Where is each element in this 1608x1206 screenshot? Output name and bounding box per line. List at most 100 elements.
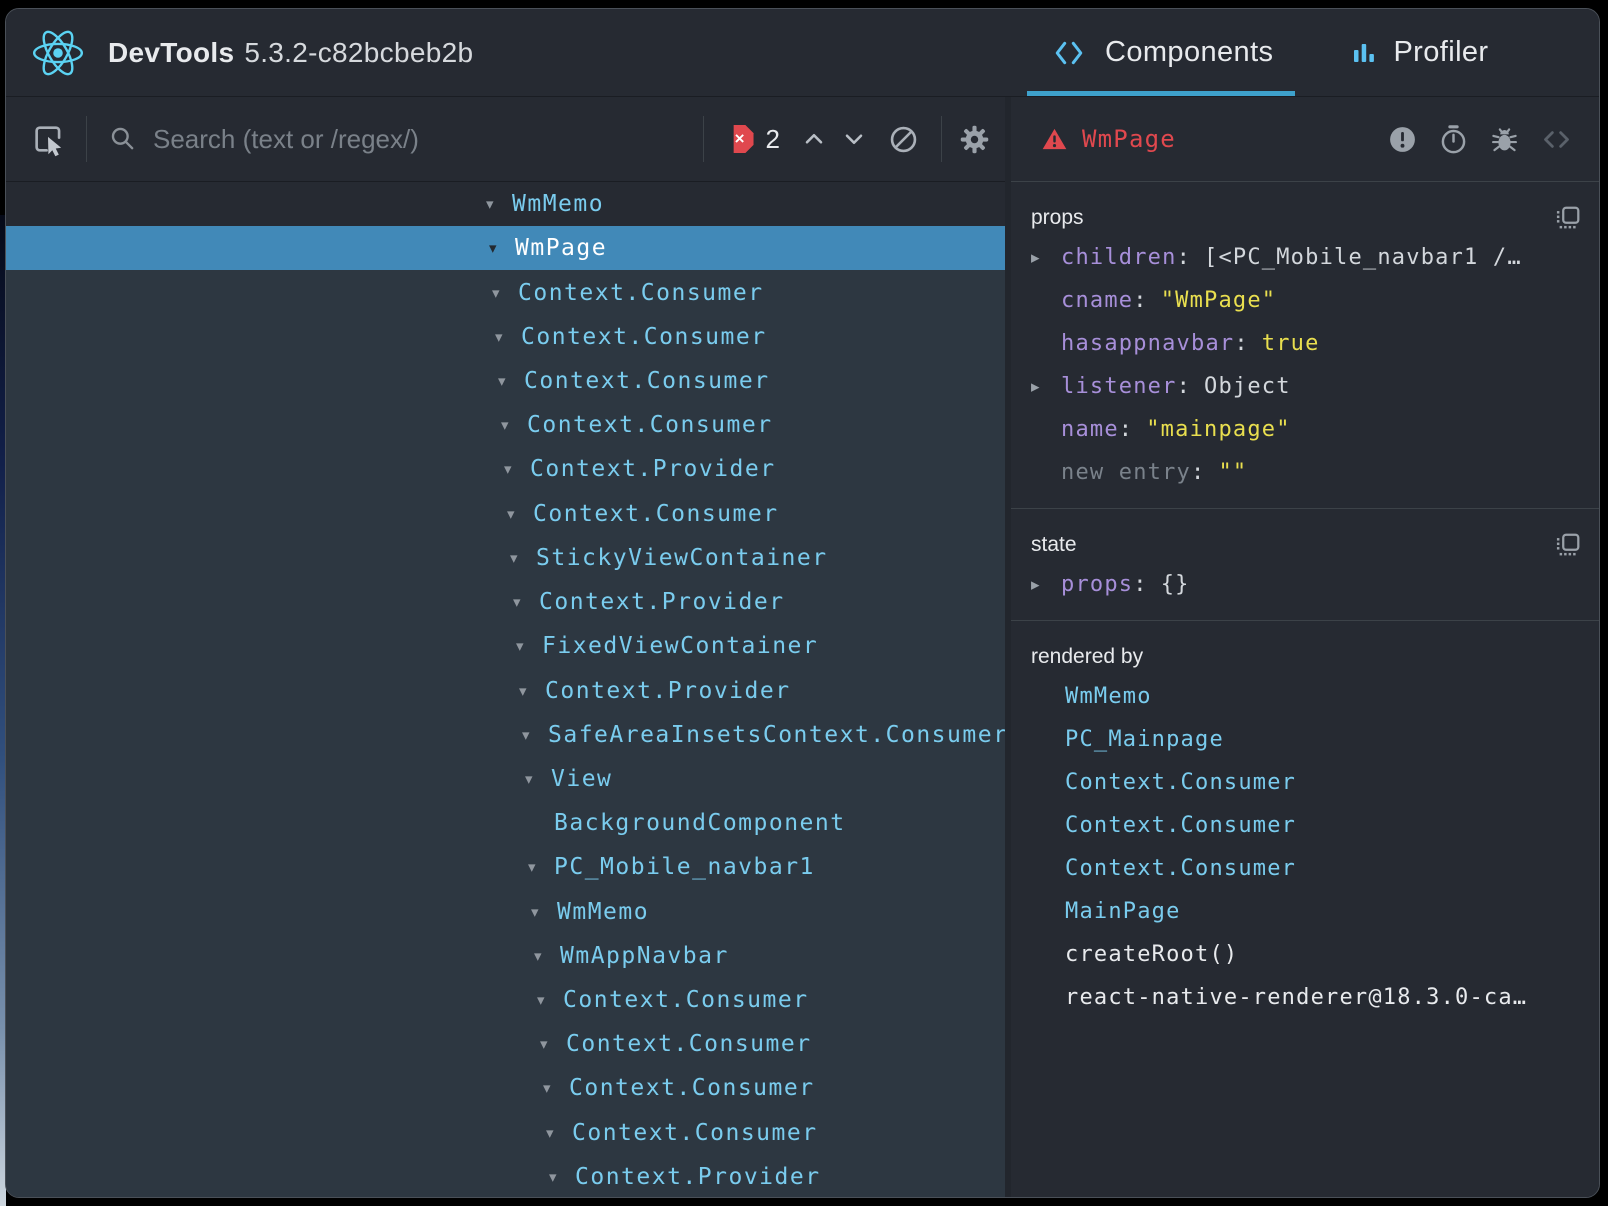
chevron-down-icon[interactable]: ▾ xyxy=(495,328,521,346)
tree-row[interactable]: ▾WmMemo xyxy=(6,890,1005,934)
tree-row[interactable]: ▾Context.Consumer xyxy=(6,1111,1005,1155)
chevron-down-icon[interactable]: ▾ xyxy=(528,858,554,876)
prop-value[interactable]: true xyxy=(1262,331,1320,356)
chevron-right-icon[interactable]: ▸ xyxy=(1031,248,1061,268)
toggle-error-state-button[interactable] xyxy=(1387,124,1418,155)
component-name: WmMemo xyxy=(557,899,649,925)
divider xyxy=(86,116,87,162)
tree-row[interactable]: ▾Context.Consumer xyxy=(6,978,1005,1022)
tree-row[interactable]: ▾Context.Consumer xyxy=(6,270,1005,314)
tree-row[interactable]: ▾Context.Consumer xyxy=(6,403,1005,447)
prop-row[interactable]: hasappnavbar:true xyxy=(1023,322,1581,365)
chevron-down-icon[interactable]: ▾ xyxy=(549,1168,575,1186)
chevron-down-icon[interactable]: ▾ xyxy=(537,991,563,1009)
rendered-by-item[interactable]: WmMemo xyxy=(1023,675,1581,718)
component-name: Context.Consumer xyxy=(527,412,773,438)
tab-label: Profiler xyxy=(1393,36,1488,69)
tree-row[interactable]: ▾SafeAreaInsetsContext.Consumer xyxy=(6,713,1005,757)
prop-row[interactable]: cname:"WmPage" xyxy=(1023,279,1581,322)
inspect-element-button[interactable] xyxy=(30,121,66,157)
copy-state-button[interactable] xyxy=(1554,532,1581,559)
tree-row[interactable]: ▾FixedViewContainer xyxy=(6,624,1005,668)
chevron-down-icon[interactable]: ▾ xyxy=(543,1079,569,1097)
log-component-data-button[interactable] xyxy=(1489,124,1520,155)
stopwatch-icon xyxy=(1438,124,1469,155)
tab-profiler[interactable]: Profiler xyxy=(1329,9,1510,96)
chevron-down-icon[interactable]: ▾ xyxy=(510,549,536,567)
component-name: WmPage xyxy=(515,235,607,261)
copy-props-button[interactable] xyxy=(1554,205,1581,232)
tree-row[interactable]: ▾PC_Mobile_navbar1 xyxy=(6,845,1005,889)
rendered-by-item[interactable]: Context.Consumer xyxy=(1023,847,1581,890)
chevron-down-icon[interactable]: ▾ xyxy=(492,284,518,302)
prop-key: new entry xyxy=(1061,460,1191,485)
tree-row[interactable]: ▾Context.Consumer xyxy=(6,1066,1005,1110)
settings-button[interactable] xyxy=(958,123,991,156)
tree-row[interactable]: ▾Context.Consumer xyxy=(6,1022,1005,1066)
chevron-down-icon[interactable]: ▾ xyxy=(519,682,545,700)
prop-value[interactable]: "" xyxy=(1218,460,1247,485)
tree-row[interactable]: ▾Context.Consumer xyxy=(6,315,1005,359)
chevron-down-icon[interactable]: ▾ xyxy=(540,1035,566,1053)
chevron-right-icon[interactable]: ▸ xyxy=(1031,377,1061,397)
tree-row[interactable]: ▾Context.Provider xyxy=(6,580,1005,624)
rendered-by-item[interactable]: Context.Consumer xyxy=(1023,761,1581,804)
prop-row[interactable]: ▸children:[<PC_Mobile_navbar1 /… xyxy=(1023,236,1581,279)
chevron-down-icon[interactable]: ▾ xyxy=(546,1124,572,1142)
chevron-down-icon[interactable]: ▾ xyxy=(525,770,551,788)
tree-row[interactable]: ▾Context.Provider xyxy=(6,447,1005,491)
tree-row[interactable]: ▾Context.Provider xyxy=(6,1155,1005,1197)
prop-row[interactable]: new entry:"" xyxy=(1023,451,1581,494)
prop-value[interactable]: Object xyxy=(1204,374,1291,399)
chevron-down-icon[interactable]: ▾ xyxy=(516,637,542,655)
rendered-by-item[interactable]: Context.Consumer xyxy=(1023,804,1581,847)
tree-row[interactable]: ▾View xyxy=(6,757,1005,801)
tree-row[interactable]: ▾WmAppNavbar xyxy=(6,934,1005,978)
prop-row[interactable]: ▸listener:Object xyxy=(1023,365,1581,408)
chevron-right-icon[interactable]: ▸ xyxy=(1031,575,1061,595)
chevron-down-icon[interactable]: ▾ xyxy=(489,239,515,257)
prop-value[interactable]: "mainpage" xyxy=(1146,417,1290,442)
chevron-down-icon xyxy=(840,125,868,153)
search-input[interactable] xyxy=(153,124,703,155)
prop-row[interactable]: ▸props:{} xyxy=(1023,563,1581,606)
next-error-button[interactable] xyxy=(840,125,868,153)
component-name: StickyViewContainer xyxy=(536,545,828,571)
top-bar: DevTools5.3.2-c82bcbeb2b Components xyxy=(6,9,1599,97)
tab-components[interactable]: Components xyxy=(1027,9,1295,96)
tree-row[interactable]: ▾Context.Consumer xyxy=(6,359,1005,403)
tree-row[interactable]: ▾Context.Consumer xyxy=(6,492,1005,536)
prop-key: props xyxy=(1061,572,1133,597)
clear-errors-button[interactable] xyxy=(888,124,919,155)
tree-row[interactable]: ▾Context.Provider xyxy=(6,668,1005,712)
chevron-down-icon[interactable]: ▾ xyxy=(531,903,557,921)
component-tree: ▾WmMemo▾WmPage▾Context.Consumer▾Context.… xyxy=(6,182,1005,1197)
chevron-down-icon[interactable]: ▾ xyxy=(507,505,533,523)
react-devtools-window: DevTools5.3.2-c82bcbeb2b Components xyxy=(5,8,1600,1198)
prop-value[interactable]: [<PC_Mobile_navbar1 /… xyxy=(1204,245,1522,270)
tree-row[interactable]: ▾StickyViewContainer xyxy=(6,536,1005,580)
tree-row[interactable]: ▾WmPage xyxy=(6,226,1005,270)
prop-row[interactable]: name:"mainpage" xyxy=(1023,408,1581,451)
rendered-by-item[interactable]: PC_Mainpage xyxy=(1023,718,1581,761)
suspend-component-button[interactable] xyxy=(1438,124,1469,155)
component-name: BackgroundComponent xyxy=(554,810,846,836)
chevron-down-icon[interactable]: ▾ xyxy=(513,593,539,611)
rendered-by-item[interactable]: MainPage xyxy=(1023,890,1581,933)
chevron-down-icon[interactable]: ▾ xyxy=(522,726,548,744)
component-name: Context.Consumer xyxy=(569,1075,815,1101)
chevron-down-icon[interactable]: ▾ xyxy=(501,416,527,434)
chevron-down-icon[interactable]: ▾ xyxy=(534,947,560,965)
tree-row[interactable]: ▾WmMemo xyxy=(6,182,1005,226)
components-tree-pane: × 2 xyxy=(6,97,1005,1197)
prop-value[interactable]: "WmPage" xyxy=(1161,288,1277,313)
chevron-down-icon[interactable]: ▾ xyxy=(498,372,524,390)
prop-value[interactable]: {} xyxy=(1161,572,1190,597)
view-source-button[interactable] xyxy=(1540,123,1573,156)
chevron-down-icon[interactable]: ▾ xyxy=(504,460,530,478)
prop-key: name xyxy=(1061,417,1119,442)
tree-row[interactable]: ▾BackgroundComponent xyxy=(6,801,1005,845)
chevron-down-icon[interactable]: ▾ xyxy=(486,195,512,213)
inspector-pane: WmPage xyxy=(1011,97,1599,1197)
previous-error-button[interactable] xyxy=(800,125,828,153)
